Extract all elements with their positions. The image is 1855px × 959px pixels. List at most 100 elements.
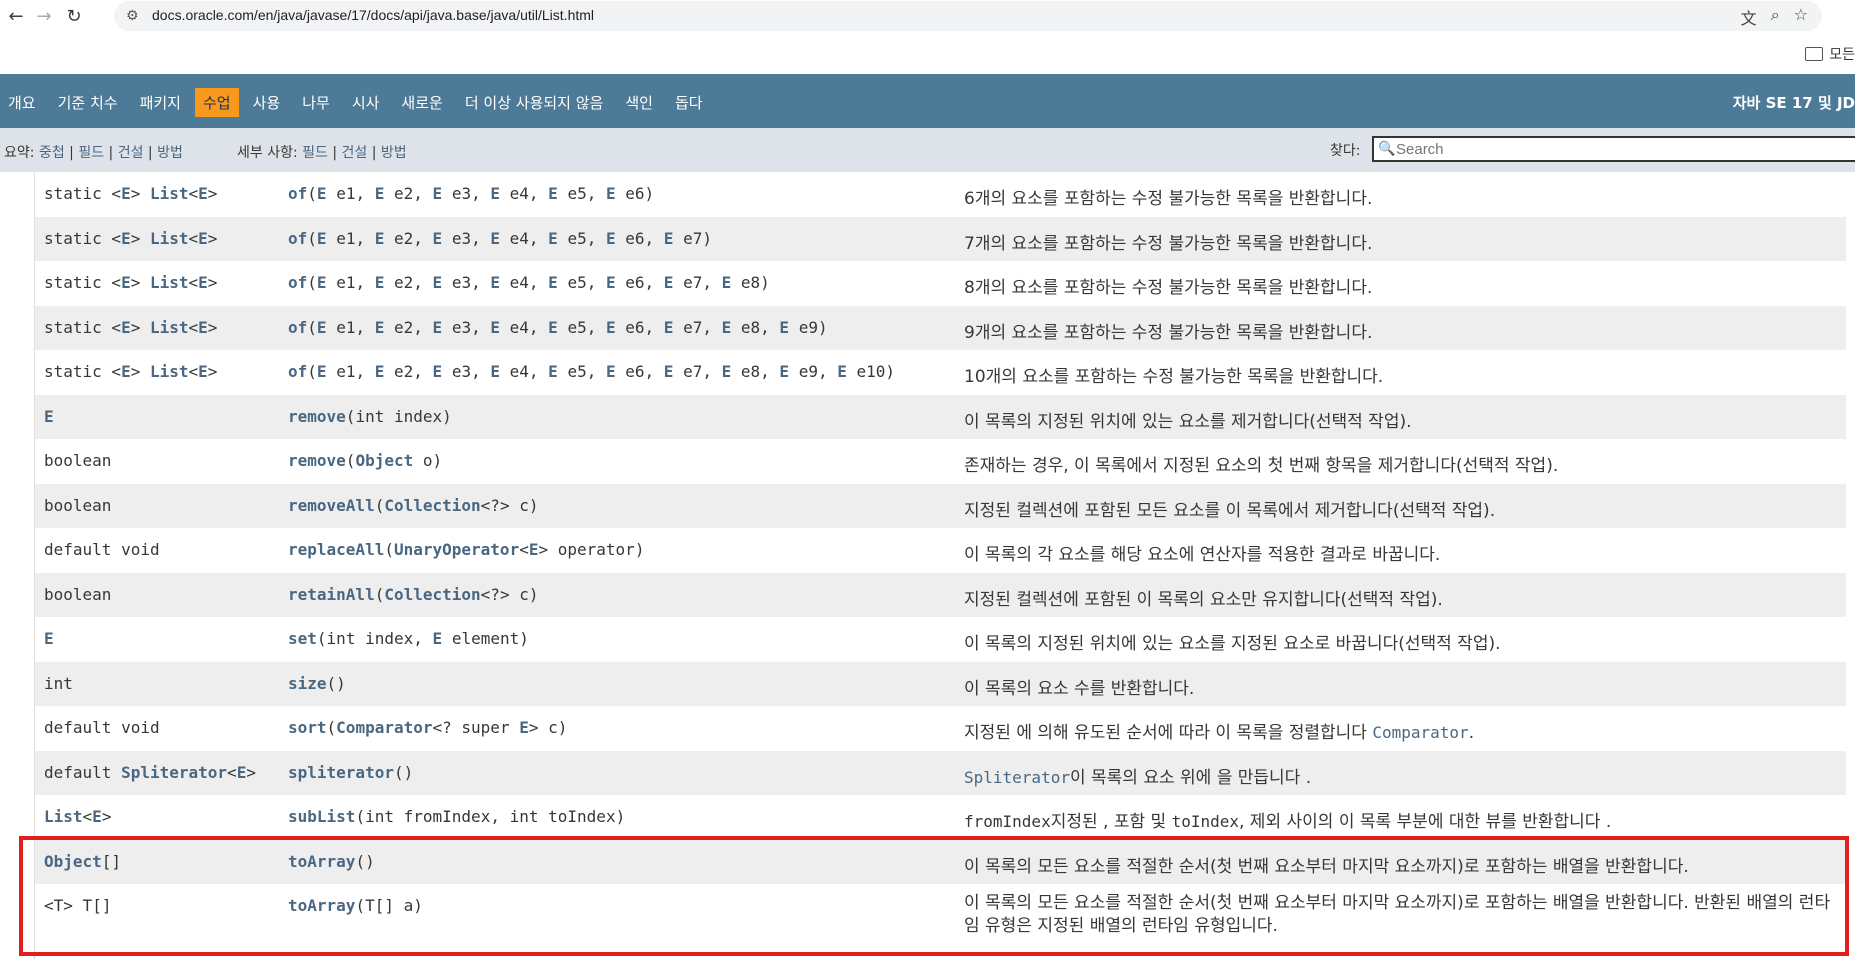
- type-link[interactable]: List: [150, 318, 189, 337]
- type-link[interactable]: E: [375, 184, 385, 203]
- type-link[interactable]: E: [548, 184, 558, 203]
- method-name-link[interactable]: subList: [288, 807, 355, 826]
- nav-item[interactable]: 패키지: [132, 88, 189, 117]
- subnav-link[interactable]: 필드: [78, 145, 104, 161]
- type-link[interactable]: E: [548, 273, 558, 292]
- type-link[interactable]: List: [150, 273, 189, 292]
- type-link[interactable]: E: [317, 273, 327, 292]
- type-link[interactable]: E: [529, 540, 539, 559]
- type-link[interactable]: E: [198, 273, 208, 292]
- nav-item[interactable]: 돕다: [667, 88, 711, 117]
- method-name-link[interactable]: sort: [288, 718, 327, 737]
- type-link[interactable]: E: [433, 362, 443, 381]
- nav-item[interactable]: 색인: [617, 88, 661, 117]
- type-link[interactable]: Spliterator: [121, 763, 227, 782]
- type-link[interactable]: E: [664, 318, 674, 337]
- type-link[interactable]: E: [722, 362, 732, 381]
- type-link[interactable]: Object: [44, 852, 102, 871]
- method-name-link[interactable]: of: [288, 273, 307, 292]
- method-name-link[interactable]: remove: [288, 407, 346, 426]
- nav-item[interactable]: 나무: [294, 88, 338, 117]
- subnav-link[interactable]: 건설: [342, 145, 368, 161]
- type-link[interactable]: E: [606, 318, 616, 337]
- type-link[interactable]: List: [44, 807, 83, 826]
- type-link[interactable]: E: [664, 273, 674, 292]
- method-name-link[interactable]: remove: [288, 451, 346, 470]
- address-bar[interactable]: ⚙ docs.oracle.com/en/java/javase/17/docs…: [114, 1, 1822, 31]
- method-name-link[interactable]: of: [288, 318, 307, 337]
- method-name-link[interactable]: of: [288, 229, 307, 248]
- type-link[interactable]: E: [198, 318, 208, 337]
- type-link[interactable]: E: [548, 362, 558, 381]
- subnav-link[interactable]: 필드: [302, 145, 328, 161]
- type-link[interactable]: E: [519, 718, 529, 737]
- subnav-link[interactable]: 중첩: [39, 145, 65, 161]
- method-name-link[interactable]: of: [288, 184, 307, 203]
- type-link[interactable]: E: [237, 763, 247, 782]
- type-link[interactable]: E: [433, 184, 443, 203]
- method-name-link[interactable]: set: [288, 629, 317, 648]
- site-info-icon[interactable]: ⚙: [126, 8, 139, 24]
- subnav-link[interactable]: 방법: [157, 145, 183, 161]
- type-link[interactable]: E: [433, 229, 443, 248]
- type-link[interactable]: E: [198, 184, 208, 203]
- forward-arrow-icon[interactable]: →: [32, 4, 56, 28]
- nav-item[interactable]: 새로운: [393, 88, 450, 117]
- zoom-icon[interactable]: ⌕: [1771, 5, 1780, 29]
- type-link[interactable]: E: [664, 362, 674, 381]
- type-link[interactable]: List: [150, 362, 189, 381]
- type-link[interactable]: Collection: [384, 585, 480, 604]
- type-link[interactable]: E: [317, 318, 327, 337]
- type-link[interactable]: Spliterator: [964, 768, 1070, 787]
- type-link[interactable]: E: [375, 318, 385, 337]
- type-link[interactable]: E: [92, 807, 102, 826]
- type-link[interactable]: E: [44, 407, 54, 426]
- type-link[interactable]: List: [150, 184, 189, 203]
- url-text[interactable]: docs.oracle.com/en/java/javase/17/docs/a…: [152, 7, 594, 23]
- type-link[interactable]: E: [44, 629, 54, 648]
- type-link[interactable]: E: [490, 273, 500, 292]
- nav-item[interactable]: 사용: [245, 88, 289, 117]
- type-link[interactable]: E: [837, 362, 847, 381]
- type-link[interactable]: E: [121, 184, 131, 203]
- type-link[interactable]: E: [664, 229, 674, 248]
- type-link[interactable]: E: [490, 318, 500, 337]
- method-name-link[interactable]: of: [288, 362, 307, 381]
- type-link[interactable]: Comparator: [336, 718, 432, 737]
- type-link[interactable]: E: [548, 318, 558, 337]
- type-link[interactable]: E: [433, 318, 443, 337]
- type-link[interactable]: E: [606, 229, 616, 248]
- type-link[interactable]: List: [150, 229, 189, 248]
- search-input[interactable]: [1396, 140, 1836, 158]
- type-link[interactable]: E: [722, 318, 732, 337]
- type-link[interactable]: E: [375, 229, 385, 248]
- method-name-link[interactable]: size: [288, 674, 327, 693]
- type-link[interactable]: E: [490, 362, 500, 381]
- type-link[interactable]: E: [375, 362, 385, 381]
- type-link[interactable]: E: [433, 629, 443, 648]
- type-link[interactable]: E: [722, 273, 732, 292]
- type-link[interactable]: E: [433, 273, 443, 292]
- type-link[interactable]: E: [606, 184, 616, 203]
- type-link[interactable]: E: [121, 318, 131, 337]
- type-link[interactable]: E: [606, 362, 616, 381]
- type-link[interactable]: E: [548, 229, 558, 248]
- type-link[interactable]: E: [606, 273, 616, 292]
- type-link[interactable]: E: [779, 362, 789, 381]
- type-link[interactable]: E: [121, 229, 131, 248]
- type-link[interactable]: E: [317, 362, 327, 381]
- method-name-link[interactable]: toArray: [288, 852, 355, 871]
- translate-icon[interactable]: 文: [1741, 5, 1757, 29]
- search-box[interactable]: 🔍: [1372, 136, 1855, 162]
- nav-item[interactable]: 시사: [344, 88, 388, 117]
- type-link[interactable]: E: [490, 229, 500, 248]
- type-link[interactable]: Object: [355, 451, 413, 470]
- nav-item[interactable]: 수업: [194, 88, 239, 117]
- subnav-link[interactable]: 건설: [118, 145, 144, 161]
- method-name-link[interactable]: spliterator: [288, 763, 394, 782]
- type-link[interactable]: E: [198, 362, 208, 381]
- type-link[interactable]: E: [121, 362, 131, 381]
- type-link[interactable]: E: [198, 229, 208, 248]
- nav-item[interactable]: 더 이상 사용되지 않음: [457, 88, 612, 117]
- type-link[interactable]: E: [317, 229, 327, 248]
